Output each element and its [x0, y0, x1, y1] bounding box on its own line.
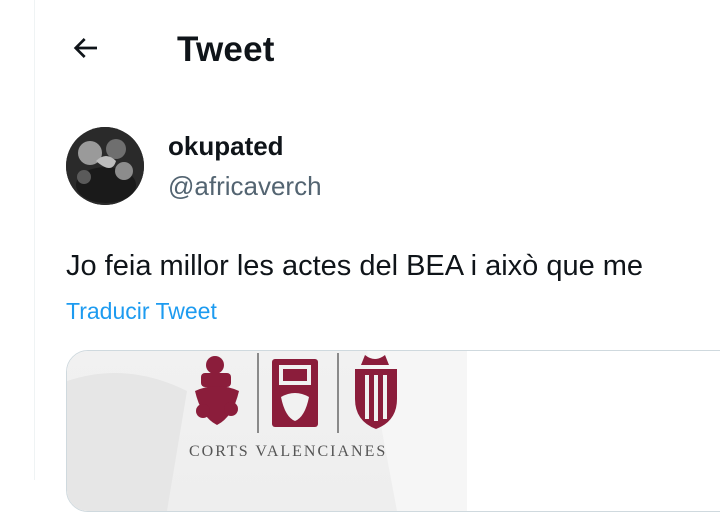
tweet-text: Jo feia millor les actes del BEA i això … [66, 250, 644, 282]
page-title: Tweet [177, 30, 275, 69]
corts-valencianes-logo [187, 351, 427, 481]
author-handle[interactable]: @africaverch [168, 170, 322, 202]
emblem-middle-icon [272, 359, 318, 427]
translate-tweet-link[interactable]: Traducir Tweet [66, 296, 217, 326]
avatar-image [66, 127, 144, 205]
arrow-left-icon [69, 32, 101, 69]
emblem-right-icon [355, 355, 397, 429]
author-display-name[interactable]: okupated [168, 130, 284, 162]
back-button[interactable] [65, 30, 105, 70]
logo-caption: CORTS VALENCIANES [189, 443, 388, 460]
avatar[interactable] [66, 127, 144, 205]
media-card[interactable]: CORTS VALENCIANES [66, 350, 720, 512]
emblem-left-icon [195, 356, 239, 425]
header: Tweet [35, 0, 720, 100]
